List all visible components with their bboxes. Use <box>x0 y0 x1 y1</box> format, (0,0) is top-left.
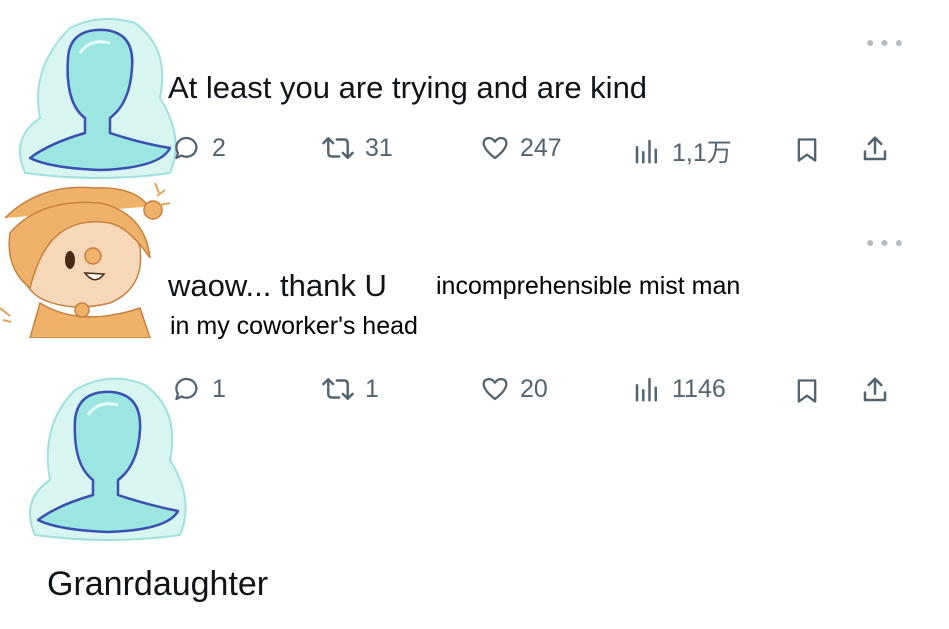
views-count: 1,1万 <box>672 139 732 167</box>
mist-man-avatar[interactable] <box>10 8 180 183</box>
post-text-lead: waow... thank U <box>168 268 387 303</box>
reply-button[interactable]: 2 <box>172 133 226 163</box>
repost-arrows-icon <box>322 137 354 159</box>
repost-button[interactable]: 31 <box>321 133 393 163</box>
bookmark-icon[interactable] <box>793 135 821 165</box>
post-text-pasted-line2: in my coworker's head <box>170 312 418 340</box>
reply-block: Granrdaughter <box>0 360 949 629</box>
jester-avatar[interactable] <box>0 178 185 338</box>
speech-bubble-icon <box>175 136 198 160</box>
like-button[interactable]: 247 <box>480 133 562 163</box>
post-text: At least you are trying and are kind <box>168 70 648 105</box>
like-count: 247 <box>520 133 562 162</box>
repost-count: 31 <box>365 133 393 162</box>
views-button[interactable]: 1,1万 <box>632 133 732 169</box>
more-dots-icon[interactable]: ● ● ● <box>866 34 904 50</box>
reply-count: 2 <box>212 133 226 162</box>
heart-icon <box>482 136 508 160</box>
reply-text: Granrdaughter <box>47 565 269 603</box>
more-dots-icon[interactable]: ● ● ● <box>866 234 904 250</box>
post-1: ● ● ● At least you are trying and are ki… <box>0 0 949 190</box>
post-text-pasted-line1: incomprehensible mist man <box>436 272 741 300</box>
mist-man-avatar[interactable] <box>20 365 190 545</box>
share-icon[interactable] <box>860 133 890 165</box>
bar-chart-icon <box>635 139 657 164</box>
